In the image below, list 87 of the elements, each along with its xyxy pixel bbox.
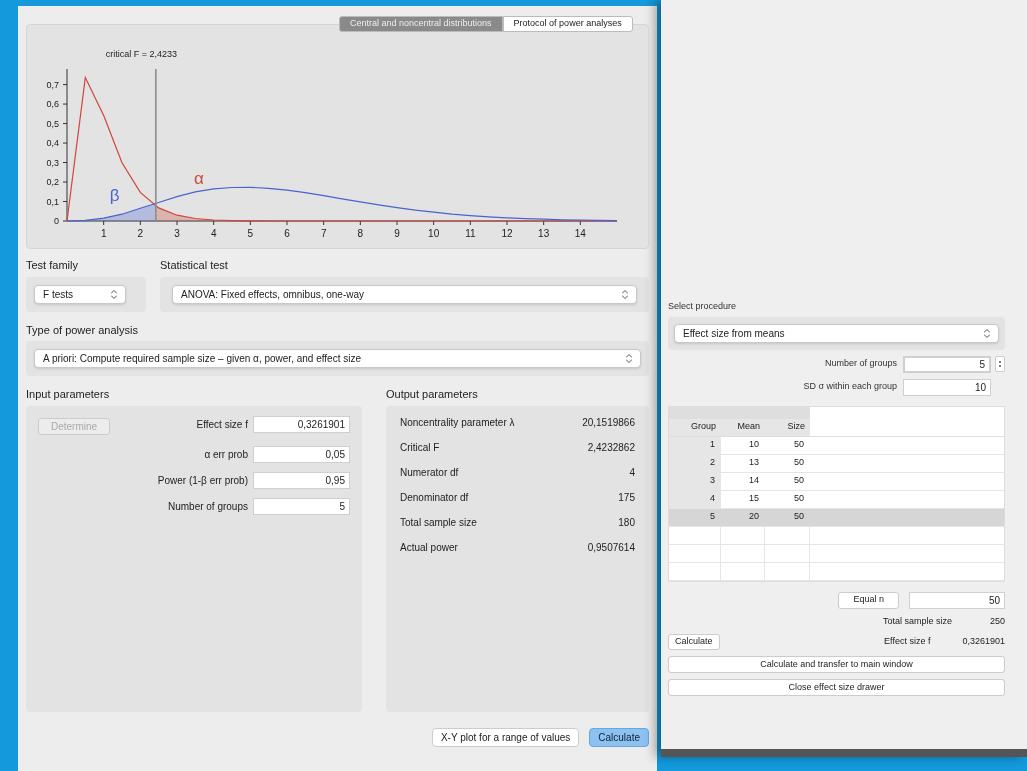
procedure-dropdown[interactable]: Effect size from means — [674, 323, 999, 343]
tick-label: 0 — [54, 216, 59, 226]
field-value: 250 — [989, 614, 1005, 628]
input-field[interactable]: 5 — [253, 497, 350, 515]
tick-label: 1 — [100, 228, 107, 239]
updown-icon — [111, 289, 117, 299]
output-value: 175 — [618, 490, 635, 505]
output-value: 2,4232862 — [587, 440, 635, 455]
table-cell-text: 15 — [748, 492, 760, 506]
table-cell-text: 50 — [793, 474, 805, 488]
test-family-dropdown[interactable]: F tests — [34, 284, 126, 304]
tab[interactable]: Protocol of power analyses — [502, 16, 633, 32]
tick-label: 14 — [574, 228, 586, 239]
table-cell-text: 5 — [709, 510, 716, 524]
statistical-test-dropdown[interactable]: ANOVA: Fixed effects, omnibus, one-way — [172, 284, 637, 304]
tick-label: 0,1 — [46, 196, 59, 207]
field-label: Total sample size — [882, 614, 952, 628]
transfer-button[interactable]: Calculate and transfer to main window — [668, 656, 1005, 673]
output-label: Denominator df — [400, 490, 469, 505]
updown-icon — [626, 354, 632, 363]
output-value: 20,1519866 — [582, 415, 635, 430]
field-label: Power (1-β err prob) — [156, 473, 249, 488]
tick-label: 0,2 — [46, 177, 59, 188]
table-cell-text: 14 — [748, 474, 760, 488]
input-field[interactable]: 10 — [903, 378, 991, 396]
stepper-icon[interactable] — [995, 356, 1005, 372]
field-value: 0,3261901 — [962, 635, 1005, 649]
output-label: Noncentrality parameter λ — [400, 415, 515, 430]
tick-label: 8 — [357, 228, 364, 239]
tick-label: 5 — [247, 228, 254, 239]
tick-label: 12 — [501, 228, 513, 239]
section-label: Statistical test — [160, 258, 229, 273]
section-label: Select procedure — [668, 300, 738, 313]
field-label: Number of groups — [824, 357, 897, 371]
updown-icon — [984, 328, 990, 338]
output-value: 180 — [618, 515, 635, 530]
output-label: Total sample size — [400, 515, 477, 530]
tick-label: 0,7 — [46, 79, 59, 90]
input-field[interactable]: 5 — [903, 355, 991, 373]
tick-label: 9 — [394, 228, 400, 239]
critical-label: critical F = 2,4233 — [105, 49, 178, 59]
tick-label: 2 — [137, 228, 144, 239]
output-label: Numerator df — [400, 465, 459, 480]
plot-button[interactable]: X-Y plot for a range of values — [431, 727, 580, 747]
field-label: α err prob — [203, 447, 249, 462]
input-field[interactable]: 0,3261901 — [253, 416, 350, 433]
output-value: 4 — [629, 465, 635, 480]
table-cell-text: 13 — [748, 456, 760, 470]
input-field[interactable]: 0,05 — [253, 445, 350, 463]
area-label: β — [109, 185, 120, 205]
output-value: 0,9507614 — [587, 540, 635, 555]
tick-label: 10 — [428, 228, 440, 239]
area-label: α — [194, 168, 204, 188]
close-drawer-button[interactable]: Close effect size drawer — [668, 679, 1005, 696]
tick-label: 13 — [538, 228, 550, 239]
section-label: Type of power analysis — [26, 322, 139, 338]
updown-icon — [622, 289, 628, 299]
input-field[interactable]: 50 — [909, 591, 1005, 609]
field-label: SD σ within each group — [803, 380, 897, 394]
table-cell-text: 10 — [748, 438, 760, 452]
tick-label: 0,5 — [46, 118, 59, 129]
calculate-button[interactable]: Calculate — [668, 634, 720, 650]
field-label: Effect size f — [195, 418, 249, 432]
table-cell-text: 50 — [793, 438, 805, 452]
output-label: Actual power — [400, 540, 458, 555]
tick-label: 7 — [320, 228, 327, 239]
section-label: Output parameters — [386, 387, 479, 402]
calculate-button[interactable]: Calculate — [589, 727, 649, 747]
tick-label: 11 — [465, 228, 476, 239]
field-label: Number of groups — [166, 499, 249, 514]
section-label: Input parameters — [26, 387, 111, 402]
tick-label: 0,6 — [46, 99, 59, 110]
equal-n-button[interactable]: Equal n — [838, 591, 899, 609]
table-cell-text: 50 — [793, 510, 805, 524]
output-label: Critical F — [400, 440, 440, 455]
table-cell-text: 50 — [793, 492, 805, 506]
tick-label: 3 — [174, 228, 180, 239]
input-field[interactable]: 0,95 — [253, 471, 350, 489]
tick-label: 0,4 — [46, 138, 59, 149]
analysis-type-dropdown[interactable]: A priori: Compute required sample size – given α, power, and effect size — [34, 349, 641, 368]
section-label: Test family — [26, 258, 79, 273]
tick-label: 0,3 — [46, 157, 59, 168]
table-cell-text: 20 — [748, 510, 760, 524]
field-label: Effect size f — [884, 635, 931, 649]
tick-label: 4 — [210, 228, 217, 239]
table-cell-text: 50 — [793, 456, 805, 470]
tick-label: 6 — [284, 228, 290, 239]
